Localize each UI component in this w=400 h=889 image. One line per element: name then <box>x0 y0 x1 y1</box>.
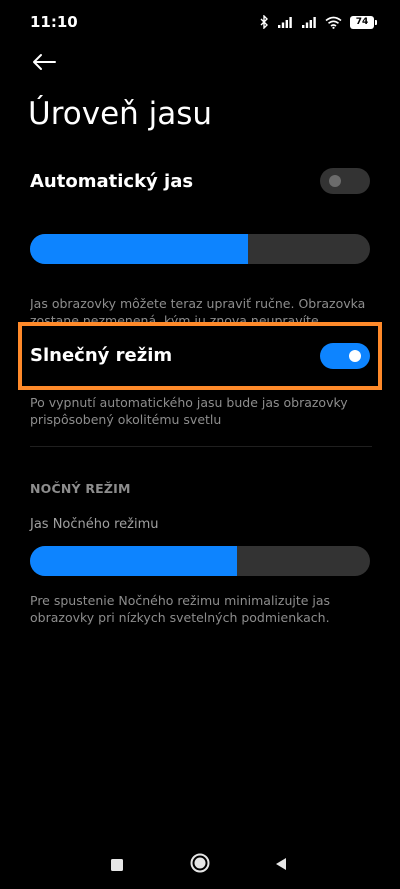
auto-brightness-label: Automatický jas <box>30 171 194 192</box>
toggle-knob <box>329 175 341 187</box>
battery-icon: 74 <box>350 15 377 29</box>
night-mode-description: Pre spustenie Nočného režimu minimalizuj… <box>30 593 331 625</box>
divider <box>30 446 372 447</box>
page-title: Úroveň jasu <box>28 96 213 132</box>
brightness-slider[interactable] <box>30 234 370 264</box>
arrow-left-icon <box>32 53 56 75</box>
bluetooth-icon <box>260 15 269 29</box>
square-icon <box>111 856 123 875</box>
night-brightness-slider[interactable] <box>30 546 370 576</box>
night-mode-slider-label: Jas Nočného režimu <box>30 517 159 532</box>
highlight-box <box>18 322 382 390</box>
recent-apps-button[interactable] <box>102 850 132 880</box>
circle-icon <box>190 853 210 877</box>
navigation-bar <box>0 840 400 889</box>
brightness-description: Jas obrazovky môžete teraz upraviť ručne… <box>30 296 366 323</box>
night-mode-section-title: NOČNÝ REŽIM <box>30 481 131 496</box>
back-button[interactable] <box>26 46 62 82</box>
auto-brightness-toggle[interactable] <box>320 168 370 194</box>
status-time: 11:10 <box>30 13 78 31</box>
status-bar: 11:10 74 <box>0 0 400 44</box>
signal-icon <box>301 16 317 29</box>
sunlight-mode-description: Po vypnutí automatického jasu bude jas o… <box>30 395 348 427</box>
home-button[interactable] <box>185 850 215 880</box>
brightness-slider-fill <box>30 234 248 264</box>
triangle-back-icon <box>274 856 288 875</box>
back-nav-button[interactable] <box>266 850 296 880</box>
wifi-icon <box>325 16 342 29</box>
signal-icon <box>277 16 293 29</box>
night-brightness-slider-fill <box>30 546 238 576</box>
status-icons: 74 <box>260 12 377 32</box>
